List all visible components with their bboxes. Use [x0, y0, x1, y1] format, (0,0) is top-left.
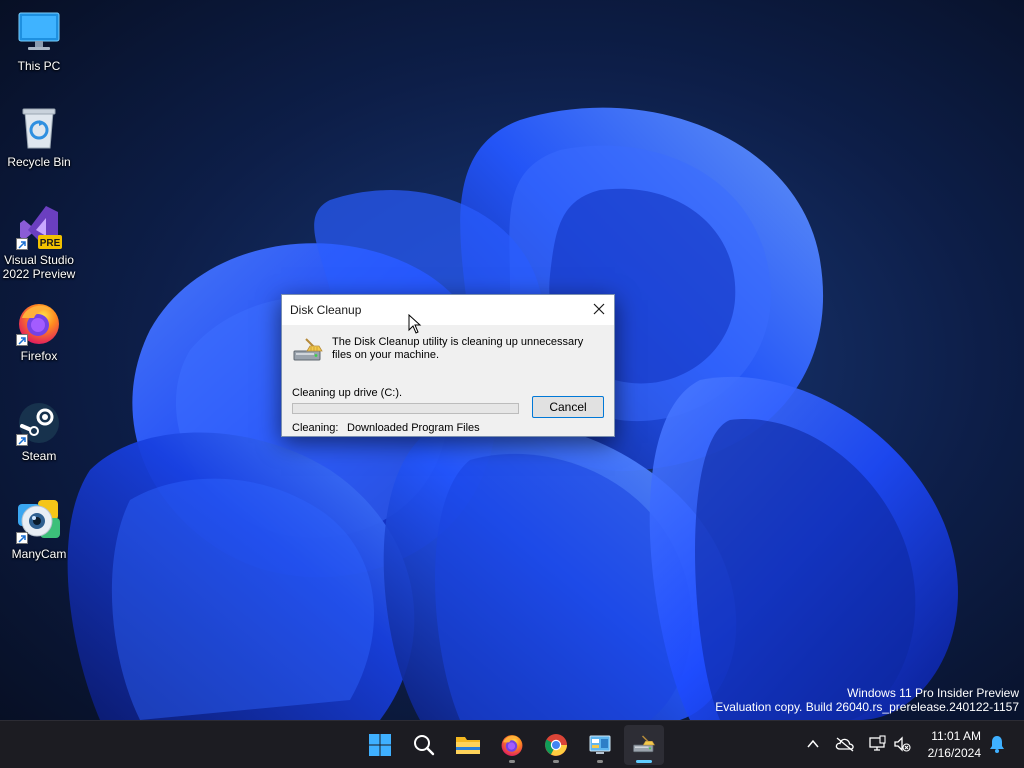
running-indicator	[509, 760, 515, 763]
show-hidden-icons-button[interactable]	[802, 733, 824, 755]
desktop-icon-this-pc[interactable]: This PC	[0, 10, 78, 73]
desktop-icon-recycle-bin[interactable]: Recycle Bin	[0, 106, 78, 169]
watermark-line-2: Evaluation copy. Build 26040.rs_prerelea…	[715, 700, 1019, 714]
desktop-icon-label: Recycle Bin	[7, 155, 71, 169]
cleanup-progress-bar	[292, 403, 519, 414]
windows-logo-icon	[369, 734, 391, 756]
control-panel-icon	[589, 735, 611, 754]
control-panel-taskbar-button[interactable]	[580, 725, 620, 765]
cleaning-label: Cleaning:	[292, 422, 339, 434]
firefox-taskbar-button[interactable]	[492, 725, 532, 765]
firefox-icon	[16, 300, 62, 346]
computer-monitor-icon	[16, 10, 62, 56]
file-explorer-button[interactable]	[448, 725, 488, 765]
close-icon	[593, 303, 605, 315]
manycam-icon	[16, 498, 62, 544]
onedrive-tray-button[interactable]	[834, 733, 856, 755]
volume-tray-button[interactable]	[891, 733, 913, 755]
chrome-taskbar-button[interactable]	[536, 725, 576, 765]
drive-label: Cleaning up drive (C:).	[292, 387, 403, 399]
network-tray-button[interactable]	[866, 733, 888, 755]
shortcut-arrow-icon	[16, 334, 28, 346]
desktop-icon-steam[interactable]: Steam	[0, 400, 78, 463]
search-button[interactable]	[404, 725, 444, 765]
running-indicator	[553, 760, 559, 763]
desktop-icon-firefox[interactable]: Firefox	[0, 300, 78, 363]
dialog-body: The Disk Cleanup utility is cleaning up …	[282, 325, 614, 436]
cancel-button[interactable]: Cancel	[532, 396, 604, 418]
cloud-offline-icon	[835, 737, 854, 752]
recycle-bin-icon	[16, 106, 62, 152]
chrome-icon	[545, 734, 567, 756]
notifications-button[interactable]	[986, 733, 1008, 755]
start-button[interactable]	[360, 725, 400, 765]
close-button[interactable]	[584, 295, 614, 323]
volume-muted-icon	[894, 736, 911, 752]
cleaning-current-item: Downloaded Program Files	[347, 422, 480, 434]
desktop-icon-visual-studio[interactable]: PRE Visual Studio 2022 Preview	[0, 204, 78, 281]
chevron-up-icon	[807, 739, 819, 748]
shortcut-arrow-icon	[16, 532, 28, 544]
pre-badge: PRE	[40, 238, 61, 249]
desktop-icon-label: Visual Studio 2022 Preview	[2, 253, 76, 281]
watermark-line-1: Windows 11 Pro Insider Preview	[847, 686, 1019, 700]
evaluation-watermark: Windows 11 Pro Insider Preview Evaluatio…	[715, 686, 1019, 714]
dialog-message: The Disk Cleanup utility is cleaning up …	[332, 336, 584, 361]
clock-date[interactable]: 2/16/2024	[928, 746, 981, 760]
search-icon	[414, 735, 435, 756]
disk-cleanup-icon	[292, 337, 324, 370]
desktop-icon-label: This PC	[17, 59, 61, 73]
taskbar: 11:01 AM 2/16/2024	[0, 720, 1024, 768]
desktop-icon-label: ManyCam	[11, 547, 67, 561]
desktop-icon-label: Firefox	[20, 349, 58, 363]
shortcut-arrow-icon	[16, 238, 28, 250]
mouse-cursor-icon	[408, 314, 422, 334]
network-icon	[869, 735, 886, 751]
dialog-titlebar[interactable]: Disk Cleanup	[282, 295, 614, 325]
visual-studio-icon: PRE	[16, 204, 62, 250]
shortcut-arrow-icon	[16, 434, 28, 446]
bell-icon	[990, 736, 1004, 753]
disk-cleanup-taskbar-button[interactable]	[624, 725, 664, 765]
folder-icon	[456, 737, 480, 754]
desktop-icon-manycam[interactable]: ManyCam	[0, 498, 78, 561]
desktop-icon-label: Steam	[21, 449, 57, 463]
steam-icon	[16, 400, 62, 446]
active-indicator	[636, 760, 652, 763]
firefox-icon	[501, 735, 523, 756]
disk-cleanup-dialog: Disk Cleanup The Disk Cleanup utility is…	[281, 294, 615, 437]
running-indicator	[597, 760, 603, 763]
dialog-title: Disk Cleanup	[290, 303, 362, 317]
clock-time[interactable]: 11:01 AM	[931, 729, 981, 743]
disk-cleanup-icon	[633, 735, 656, 753]
